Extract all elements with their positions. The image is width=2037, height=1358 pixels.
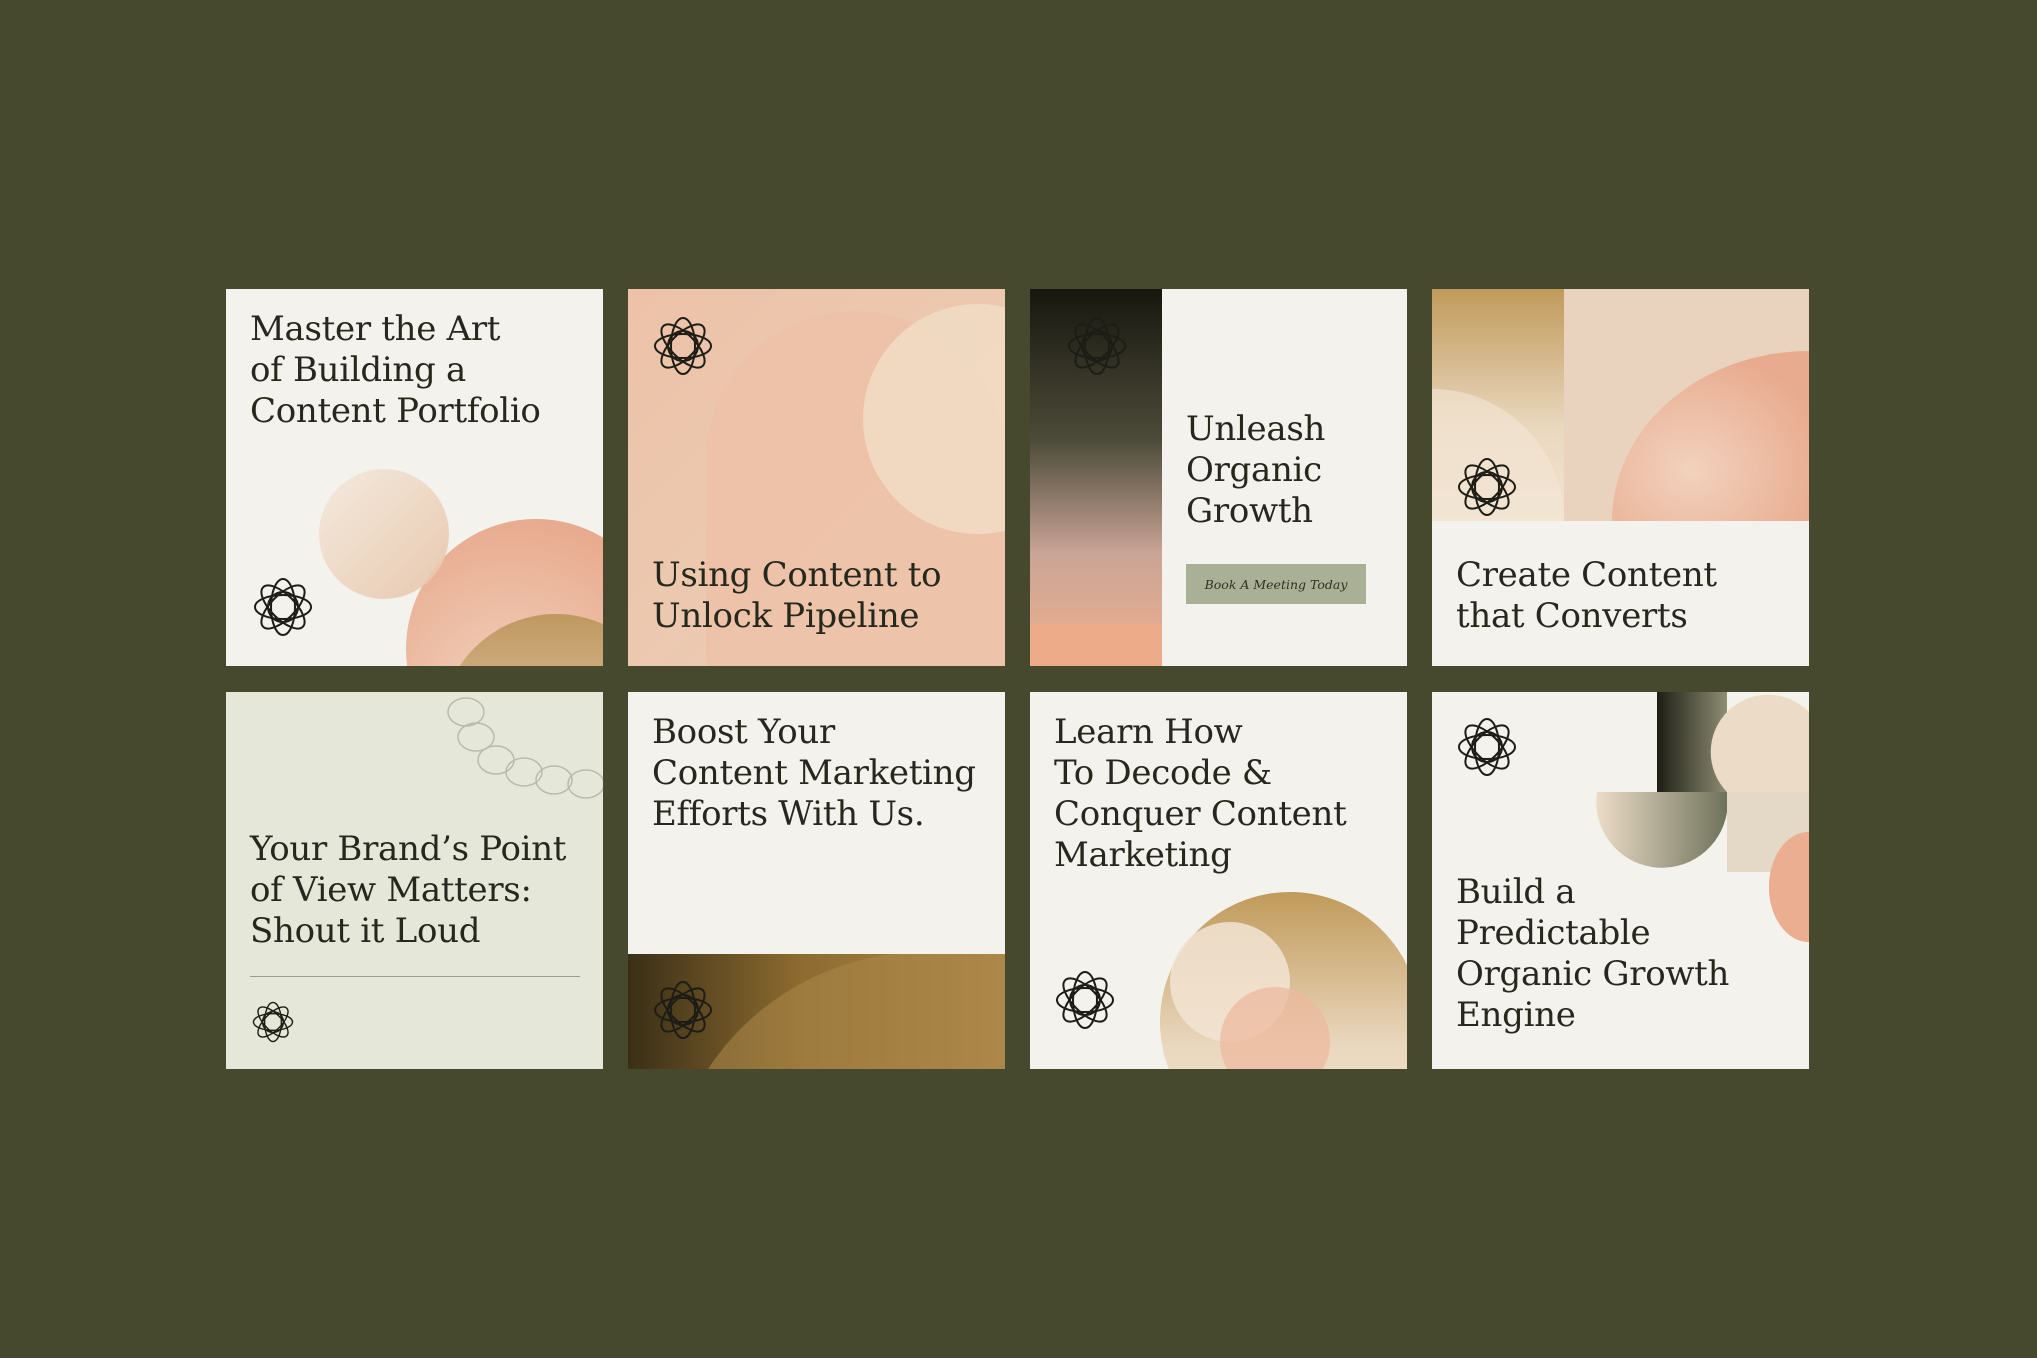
knot-logo-icon [1454,714,1520,780]
card-headline: Using Content to Unlock Pipeline [652,555,942,636]
card-headline: Learn How To Decode & Conquer Content Ma… [1054,712,1347,875]
card-headline: Create Content that Converts [1456,555,1717,636]
post-card-point-of-view: Your Brand’s Point of View Matters: Shou… [226,692,603,1069]
card-headline: Boost Your Content Marketing Efforts Wit… [652,712,976,834]
knot-logo-icon [650,977,716,1043]
knot-logo-icon [650,313,716,379]
card-headline: Your Brand’s Point of View Matters: Shou… [250,829,567,951]
post-card-decode: Learn How To Decode & Conquer Content Ma… [1030,692,1407,1069]
card-headline: Unleash Organic Growth [1186,409,1326,531]
post-card-growth-engine: Build a Predictable Organic Growth Engin… [1432,692,1809,1069]
social-post-grid: Master the Art of Building a Content Por… [226,289,1811,1069]
card-headline: Build a Predictable Organic Growth Engin… [1456,872,1730,1035]
card-headline: Master the Art of Building a Content Por… [250,309,541,431]
divider [250,976,580,977]
post-card-boost: Boost Your Content Marketing Efforts Wit… [628,692,1005,1069]
post-card-organic-growth: Unleash Organic Growth Book A Meeting To… [1030,289,1407,666]
knot-logo-icon [250,574,316,640]
post-card-converts: Create Content that Converts [1432,289,1809,666]
post-card-pipeline: Using Content to Unlock Pipeline [628,289,1005,666]
knot-logo-icon [1052,967,1118,1033]
knot-logo-icon [1454,454,1520,520]
post-card-portfolio: Master the Art of Building a Content Por… [226,289,603,666]
knot-logo-icon [250,999,296,1045]
book-meeting-button[interactable]: Book A Meeting Today [1186,564,1366,604]
knot-logo-icon [1064,313,1130,379]
